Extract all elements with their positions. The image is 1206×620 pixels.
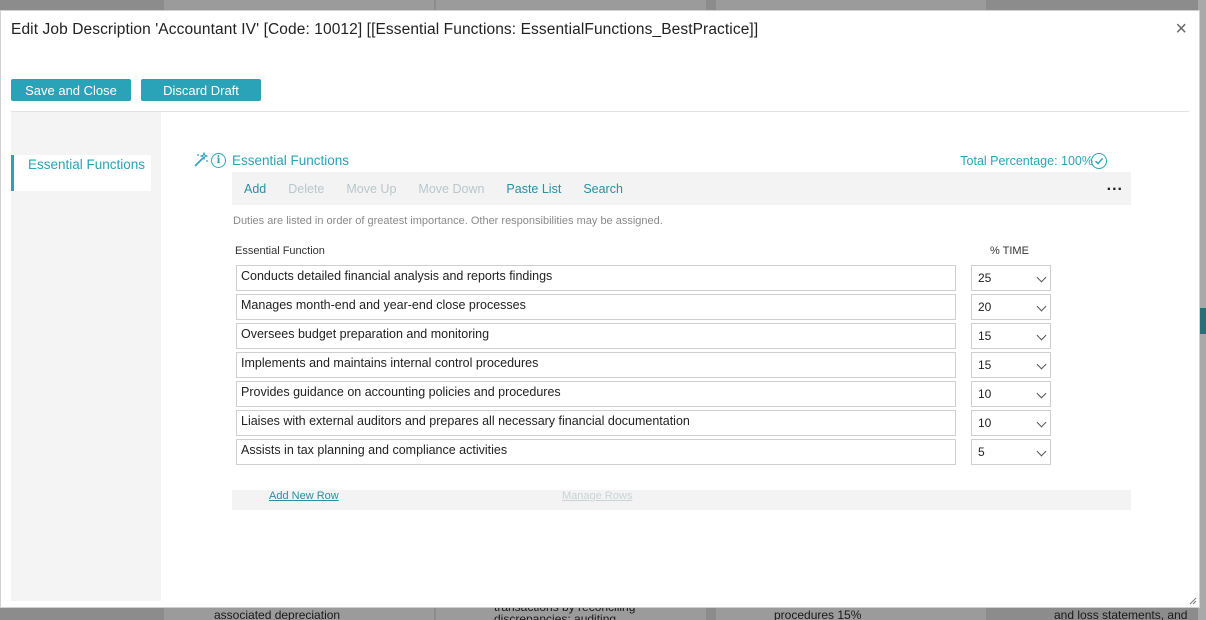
manage-rows-link[interactable]: Manage Rows — [562, 490, 632, 502]
function-input[interactable]: Manages month-end and year-end close pro… — [236, 294, 956, 320]
toolbar: Add Delete Move Up Move Down Paste List … — [232, 172, 1131, 205]
column-header-function: Essential Function — [235, 245, 325, 257]
save-and-close-button[interactable]: Save and Close — [11, 79, 131, 101]
chevron-down-icon — [1036, 301, 1047, 312]
chevron-down-icon — [1036, 446, 1047, 457]
background-snippet: discrepancies; auditing — [494, 612, 617, 620]
check-circle-icon — [1091, 153, 1107, 169]
paste-list-button[interactable]: Paste List — [506, 182, 561, 196]
modal-title: Edit Job Description 'Accountant IV' [Co… — [11, 21, 759, 38]
background-snippet: associated depreciation — [214, 608, 341, 620]
time-select[interactable]: 20 — [971, 294, 1051, 320]
function-input[interactable]: Liaises with external auditors and prepa… — [236, 410, 956, 436]
discard-draft-button[interactable]: Discard Draft — [141, 79, 261, 101]
main-content: i Essential Functions Total Percentage: … — [161, 112, 1191, 600]
background-snippet: and loss statements, and — [1054, 608, 1188, 620]
chevron-down-icon — [1036, 359, 1047, 370]
time-select[interactable]: 25 — [971, 265, 1051, 291]
chevron-down-icon — [1036, 330, 1047, 341]
section-header: i Essential Functions — [193, 152, 349, 168]
time-value: 5 — [978, 445, 985, 459]
background-teal-block — [1200, 308, 1206, 334]
resize-handle-icon[interactable] — [1189, 597, 1197, 605]
more-options-icon[interactable]: ... — [1107, 178, 1123, 194]
function-input[interactable]: Conducts detailed financial analysis and… — [236, 265, 956, 291]
time-select[interactable]: 10 — [971, 381, 1051, 407]
function-input[interactable]: Assists in tax planning and compliance a… — [236, 439, 956, 465]
time-value: 15 — [978, 358, 992, 372]
edit-job-description-modal: Edit Job Description 'Accountant IV' [Co… — [0, 10, 1200, 608]
column-header-time: % TIME — [990, 245, 1029, 257]
sidebar-item-essential-functions[interactable]: Essential Functions — [11, 155, 151, 191]
chevron-down-icon — [1036, 417, 1047, 428]
time-value: 20 — [978, 300, 992, 314]
background-snippet: procedures 15% — [774, 608, 862, 620]
add-button[interactable]: Add — [244, 182, 266, 196]
add-new-row-link[interactable]: Add New Row — [269, 490, 339, 502]
chevron-down-icon — [1036, 388, 1047, 399]
delete-button[interactable]: Delete — [288, 182, 324, 196]
time-value: 10 — [978, 387, 992, 401]
time-value: 25 — [978, 271, 992, 285]
info-icon[interactable]: i — [211, 152, 226, 168]
duties-note: Duties are listed in order of greatest i… — [233, 215, 663, 227]
time-value: 10 — [978, 416, 992, 430]
total-percentage: Total Percentage: 100% — [960, 154, 1093, 168]
chevron-down-icon — [1036, 272, 1047, 283]
close-icon[interactable]: × — [1175, 19, 1187, 39]
function-input[interactable]: Oversees budget preparation and monitori… — [236, 323, 956, 349]
time-select[interactable]: 10 — [971, 410, 1051, 436]
magic-wand-icon[interactable] — [193, 152, 209, 168]
move-down-button[interactable]: Move Down — [418, 182, 484, 196]
search-button[interactable]: Search — [583, 182, 623, 196]
sidebar: Essential Functions — [11, 112, 161, 601]
move-up-button[interactable]: Move Up — [346, 182, 396, 196]
time-select[interactable]: 15 — [971, 352, 1051, 378]
time-select[interactable]: 5 — [971, 439, 1051, 465]
section-title: Essential Functions — [232, 152, 350, 168]
time-select[interactable]: 15 — [971, 323, 1051, 349]
function-input[interactable]: Implements and maintains internal contro… — [236, 352, 956, 378]
time-value: 15 — [978, 329, 992, 343]
function-input[interactable]: Provides guidance on accounting policies… — [236, 381, 956, 407]
rows-footer: Add New Row Manage Rows — [232, 490, 1131, 510]
